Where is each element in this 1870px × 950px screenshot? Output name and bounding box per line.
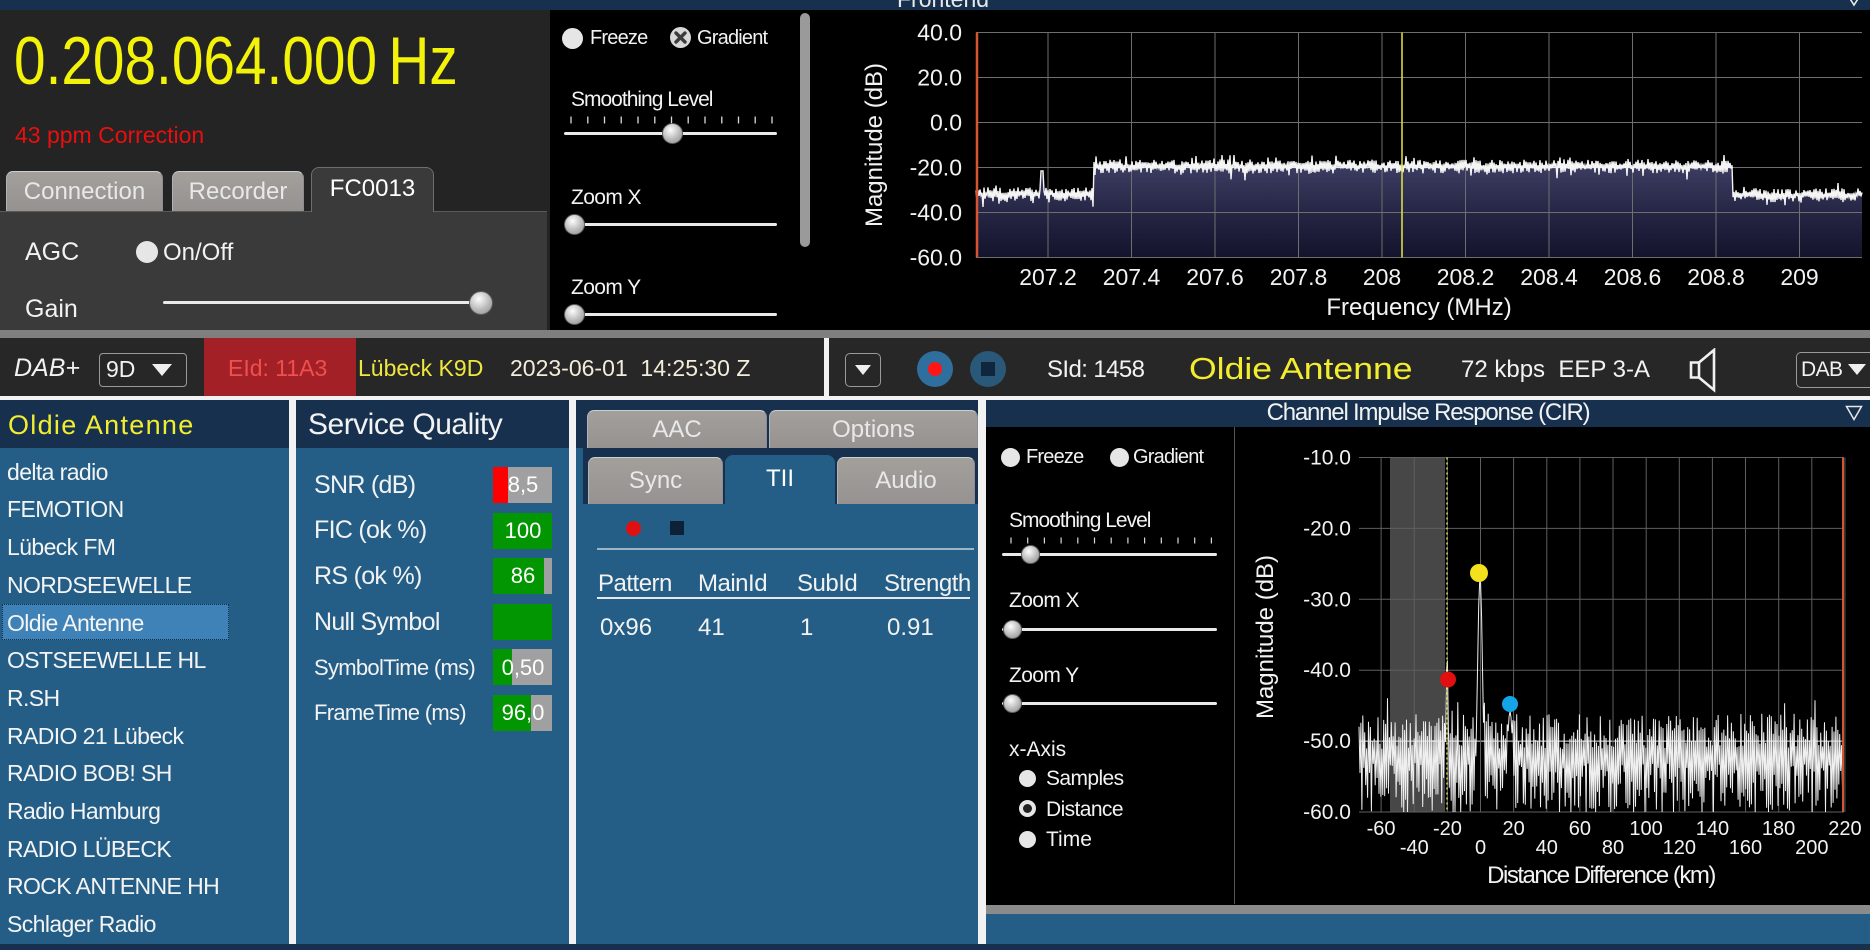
svg-text:-60.0: -60.0	[910, 245, 962, 271]
svg-text:40.0: 40.0	[917, 20, 962, 46]
svg-text:180: 180	[1762, 818, 1795, 840]
svg-text:208.4: 208.4	[1520, 264, 1578, 290]
svg-text:220: 220	[1828, 818, 1861, 840]
svg-text:-20.0: -20.0	[1303, 517, 1351, 540]
svg-text:40: 40	[1536, 837, 1558, 859]
svg-text:207.2: 207.2	[1019, 264, 1077, 290]
svg-text:-40: -40	[1400, 837, 1429, 859]
svg-text:-20: -20	[1433, 818, 1462, 840]
svg-text:Magnitude (dB): Magnitude (dB)	[861, 63, 888, 227]
svg-text:-40.0: -40.0	[910, 200, 962, 226]
svg-text:-10.0: -10.0	[1303, 447, 1351, 470]
svg-text:-60: -60	[1367, 818, 1396, 840]
svg-text:207.6: 207.6	[1186, 264, 1244, 290]
svg-text:20.0: 20.0	[917, 65, 962, 91]
svg-text:Distance Difference (km): Distance Difference (km)	[1487, 862, 1715, 889]
svg-text:208.6: 208.6	[1604, 264, 1662, 290]
svg-text:208: 208	[1363, 264, 1401, 290]
svg-text:-30.0: -30.0	[1303, 588, 1351, 611]
svg-text:0.0: 0.0	[930, 110, 962, 136]
svg-text:Frequency (MHz): Frequency (MHz)	[1326, 294, 1511, 321]
svg-text:-20.0: -20.0	[910, 155, 962, 181]
svg-text:-60.0: -60.0	[1303, 801, 1351, 824]
svg-text:100: 100	[1629, 818, 1662, 840]
svg-text:80: 80	[1602, 837, 1624, 859]
svg-text:207.8: 207.8	[1270, 264, 1328, 290]
svg-text:208.8: 208.8	[1687, 264, 1745, 290]
svg-text:-50.0: -50.0	[1303, 730, 1351, 753]
svg-text:20: 20	[1502, 818, 1524, 840]
svg-text:207.4: 207.4	[1103, 264, 1161, 290]
svg-text:208.2: 208.2	[1437, 264, 1495, 290]
svg-text:140: 140	[1696, 818, 1729, 840]
svg-text:160: 160	[1729, 837, 1762, 859]
svg-text:209: 209	[1780, 264, 1818, 290]
svg-text:60: 60	[1569, 818, 1591, 840]
svg-text:120: 120	[1663, 837, 1696, 859]
svg-text:0: 0	[1475, 837, 1486, 859]
svg-text:Magnitude (dB): Magnitude (dB)	[1252, 555, 1279, 719]
svg-text:200: 200	[1795, 837, 1828, 859]
svg-text:-40.0: -40.0	[1303, 659, 1351, 682]
